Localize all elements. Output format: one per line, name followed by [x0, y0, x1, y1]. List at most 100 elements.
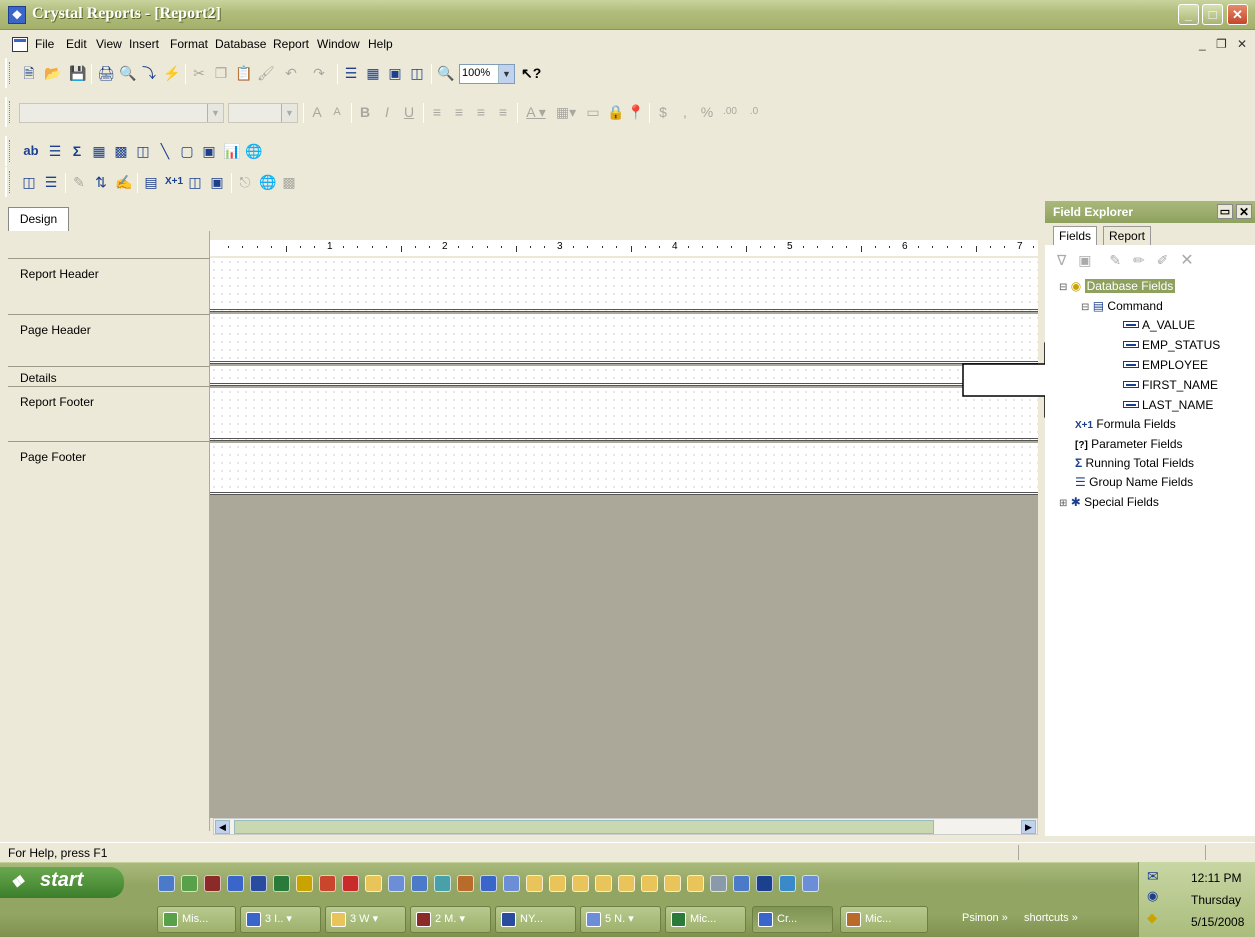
tree-item-parameter-fields[interactable]: [?] Parameter Fields [1075, 437, 1183, 451]
menu-help[interactable]: Help [368, 37, 393, 51]
taskbar-button[interactable]: Mic... [665, 906, 746, 933]
folder-icon[interactable] [641, 875, 658, 892]
folder-icon[interactable] [572, 875, 589, 892]
section-row-page-footer[interactable]: Page Footer [8, 441, 210, 493]
tree-item-command[interactable]: ⊟ ▤ Command [1081, 299, 1163, 313]
menu-file[interactable]: File [35, 37, 54, 51]
menu-insert[interactable]: Insert [129, 37, 159, 51]
text-object-icon[interactable]: ab [21, 142, 41, 160]
taskbar-button[interactable]: 3 W ▾ [325, 906, 406, 933]
app-launcher-icon[interactable] [296, 875, 313, 892]
horizontal-scrollbar[interactable]: ◀ ▶ [213, 818, 1038, 835]
tab-design[interactable]: Design [8, 207, 69, 231]
align-center-icon[interactable]: ≡ [451, 103, 467, 121]
format-painter-icon[interactable]: 🖌 [257, 64, 275, 82]
powerpoint-icon[interactable] [319, 875, 336, 892]
group-icon[interactable]: ☰ [47, 142, 63, 160]
border-icon[interactable]: ▦▾ [553, 103, 579, 121]
network-icon[interactable]: ◉ [1147, 888, 1158, 904]
float-panel-icon[interactable]: ▭ [1217, 204, 1233, 219]
insert-to-report-icon[interactable]: ∇ [1057, 252, 1066, 268]
tree-item-database-fields[interactable]: ⊟ ◉ Database Fields [1059, 279, 1176, 293]
refresh-icon[interactable]: ⚡ [163, 64, 180, 82]
formula-expert-icon[interactable]: X+1 [165, 173, 183, 191]
tab-report[interactable]: Report [1103, 226, 1152, 245]
app-launcher-icon[interactable] [158, 875, 175, 892]
currency-icon[interactable]: $ [655, 103, 671, 121]
scroll-right-icon[interactable]: ▶ [1021, 820, 1036, 834]
folder-icon[interactable] [687, 875, 704, 892]
app-launcher-icon[interactable] [411, 875, 428, 892]
menu-database[interactable]: Database [215, 37, 266, 51]
scroll-left-icon[interactable]: ◀ [215, 820, 230, 834]
acrobat-icon[interactable] [342, 875, 359, 892]
expand-icon[interactable]: ⊞ [1059, 498, 1067, 509]
close-button[interactable]: ✕ [1227, 4, 1248, 25]
report-explorer-icon[interactable]: ▣ [387, 64, 403, 82]
highlighting-expert-icon[interactable]: ▣ [209, 173, 225, 191]
crystal-reports-app-icon[interactable]: ❖ [8, 6, 26, 24]
tree-item-field[interactable]: A_VALUE [1123, 318, 1195, 332]
minimize-button[interactable]: _ [1178, 4, 1199, 25]
web-icon[interactable]: 🌐 [259, 173, 276, 191]
app-launcher-icon[interactable] [457, 875, 474, 892]
tab-fields[interactable]: Fields [1053, 226, 1098, 245]
tree-item-field[interactable]: EMP_STATUS [1123, 338, 1220, 352]
tree-item-running-total-fields[interactable]: Σ Running Total Fields [1075, 456, 1194, 470]
chart-icon[interactable]: 📊 [223, 142, 240, 160]
zoom-combo[interactable]: 100% ▼ [459, 64, 515, 84]
delete-icon[interactable]: ✕ [1180, 252, 1193, 269]
olap-grid-icon[interactable]: ▩ [113, 142, 129, 160]
picture-icon[interactable]: ▣ [201, 142, 217, 160]
font-name-combo[interactable]: ▼ [19, 103, 224, 123]
formula-workshop-icon[interactable]: ✍ [115, 173, 132, 191]
export-icon[interactable]: ⤵ [141, 64, 157, 82]
design-canvas[interactable] [210, 258, 1038, 818]
start-button[interactable]: ❖ start [0, 867, 124, 898]
app-launcher-icon[interactable] [710, 875, 727, 892]
align-right-icon[interactable]: ≡ [473, 103, 489, 121]
print-preview-icon[interactable]: 🔍 [119, 64, 136, 82]
page-header-band[interactable] [210, 314, 1038, 364]
redo-icon[interactable]: ↷ [307, 64, 331, 82]
decrease-font-icon[interactable]: A [329, 103, 345, 121]
page-footer-band[interactable] [210, 443, 1038, 495]
taskbar-button-active[interactable]: Cr... [752, 906, 833, 933]
summary-icon[interactable]: Σ [69, 142, 85, 160]
section-expert-icon[interactable]: ▤ [143, 173, 159, 191]
report-header-band[interactable] [210, 258, 1038, 312]
folder-icon[interactable] [595, 875, 612, 892]
maximize-button[interactable]: □ [1202, 4, 1223, 25]
browse-icon[interactable]: ▣ [1078, 252, 1091, 268]
details-band[interactable] [210, 366, 1038, 386]
copy-icon[interactable]: ❐ [213, 64, 229, 82]
new-icon[interactable]: ✎ [1109, 252, 1121, 268]
edit-icon[interactable]: ✏ [1133, 252, 1145, 268]
dependency-icon[interactable]: ▩ [281, 173, 297, 191]
underline-icon[interactable]: U [401, 103, 417, 121]
menu-view[interactable]: View [96, 37, 122, 51]
document-menu-icon[interactable] [12, 37, 28, 52]
mdi-minimize-button[interactable]: _ [1199, 37, 1206, 51]
lock-size-icon[interactable]: 📍 [627, 103, 644, 121]
save-icon[interactable]: 💾 [69, 64, 86, 82]
crystal-reports-icon[interactable] [480, 875, 497, 892]
font-color-icon[interactable]: A ▾ [523, 103, 549, 121]
subreport-icon[interactable]: ◫ [135, 142, 151, 160]
field-explorer-icon[interactable]: ▦ [365, 64, 381, 82]
taskbar-button[interactable]: 2 M. ▾ [410, 906, 491, 933]
find-icon[interactable]: 🔍 [437, 64, 455, 82]
line-icon[interactable]: ╲ [157, 142, 173, 160]
folder-icon[interactable] [526, 875, 543, 892]
app-launcher-icon[interactable] [756, 875, 773, 892]
mdi-restore-button[interactable]: ❐ [1216, 37, 1227, 51]
new-icon[interactable]: 🗎 [21, 64, 37, 82]
hyperlink-icon[interactable]: ⎋ [237, 173, 253, 191]
percent-icon[interactable]: % [699, 103, 715, 121]
app-launcher-icon[interactable] [388, 875, 405, 892]
toolbar-psimon[interactable]: Psimon » [962, 912, 1008, 924]
box-icon[interactable]: ▢ [179, 142, 195, 160]
bold-icon[interactable]: B [357, 103, 373, 121]
app-launcher-icon[interactable] [503, 875, 520, 892]
select-expert-icon[interactable]: ✎ [71, 173, 87, 191]
